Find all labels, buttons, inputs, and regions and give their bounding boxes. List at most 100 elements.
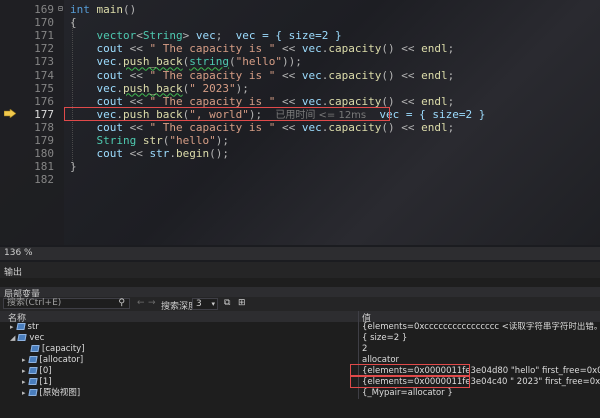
search-depth-select[interactable]: 3 ▾ — [192, 298, 218, 310]
search-placeholder: 搜索(Ctrl+E) — [7, 298, 62, 308]
code-token: push_back — [123, 81, 183, 95]
code-line[interactable]: 181} — [0, 160, 600, 173]
locals-toolbar: 搜索(Ctrl+E) ⚲ ← → 搜索深度: 3 ▾ ⧉ ⊞ — [0, 297, 600, 312]
code-line[interactable]: 175 vec.push_back(" 2023"); — [0, 82, 600, 95]
code-token: " The capacity is " — [149, 68, 276, 82]
code-token: << — [275, 94, 302, 108]
expand-toggle-icon[interactable]: ▸ — [22, 389, 26, 397]
variable-name: [1] — [39, 377, 52, 387]
locals-row-name: ▸ [0] — [22, 366, 52, 377]
variable-name: [原始视图] — [39, 388, 81, 398]
locals-row[interactable]: ▸ str {elements=0xcccccccccccccccc <读取字符串字… — [0, 322, 600, 333]
code-line[interactable]: 178 cout << " The capacity is " << vec.c… — [0, 121, 600, 134]
code-line[interactable]: 174 cout << " The capacity is " << vec.c… — [0, 69, 600, 82]
variable-value[interactable]: {_Mypair=allocator } — [362, 388, 600, 399]
expand-toggle-icon[interactable]: ▸ — [22, 367, 26, 375]
locals-row[interactable]: ▸ [1] {elements=0x0000011fe3e04c40 " 2023"… — [0, 377, 600, 388]
highlight-box-element-1 — [350, 375, 470, 388]
code-line[interactable]: 176 cout << " The capacity is " << vec.c… — [0, 95, 600, 108]
locals-row[interactable]: ◢ vec { size=2 } — [0, 333, 600, 344]
code-token: capacity — [328, 68, 382, 82]
code-token: ( — [228, 55, 236, 69]
expand-toggle-icon[interactable]: ▸ — [22, 356, 26, 364]
expand-toggle-icon[interactable]: ◢ — [10, 334, 15, 342]
chevron-down-icon: ▾ — [211, 300, 215, 308]
search-depth-value: 3 — [196, 299, 202, 309]
variable-icon — [30, 345, 40, 352]
variable-value[interactable]: 2 — [362, 344, 600, 355]
search-back-icon[interactable]: ← — [137, 298, 145, 308]
variable-icon — [17, 334, 28, 341]
code-line[interactable]: 170 { — [0, 16, 600, 29]
code-text[interactable]: cout << " The capacity is " << vec.capac… — [70, 120, 455, 134]
code-token: endl — [421, 94, 448, 108]
code-token: vec — [301, 42, 322, 56]
code-token: str — [149, 147, 170, 161]
variable-value[interactable]: {elements=0xcccccccccccccccc <读取字符串字符时出错… — [362, 322, 600, 333]
expand-toggle-icon[interactable]: ▸ — [10, 323, 14, 331]
code-token: << — [123, 94, 150, 108]
code-text[interactable]: int main() — [70, 3, 136, 16]
code-token: push_back — [123, 55, 183, 69]
code-token: "hello" — [169, 134, 216, 147]
locals-row[interactable]: ▸ [0] {elements=0x0000011fe3e04d80 "hello"… — [0, 366, 600, 377]
search-icon[interactable]: ⚲ — [118, 299, 125, 308]
code-line[interactable]: 169 int main() — [0, 3, 600, 16]
column-divider[interactable] — [358, 311, 359, 322]
code-text[interactable]: vector<String> vec; vec = { size=2 } — [70, 29, 342, 42]
line-number: 171 — [34, 29, 54, 43]
variable-value[interactable]: { size=2 } — [362, 333, 600, 344]
code-token: vec — [96, 55, 117, 69]
code-token: () << — [381, 68, 422, 82]
zoom-level[interactable]: 136 % — [4, 248, 33, 258]
code-text[interactable]: cout << str.begin(); — [70, 147, 230, 161]
search-forward-icon[interactable]: → — [148, 298, 156, 308]
locals-row-name: ▸ str — [10, 322, 39, 333]
code-text[interactable]: { — [70, 16, 77, 29]
code-token: )); — [281, 55, 302, 69]
code-token: cout — [96, 94, 124, 108]
variable-name: vec — [29, 333, 45, 343]
code-token: (); — [209, 147, 229, 161]
code-token: vec — [301, 120, 322, 134]
code-token: cout — [96, 120, 124, 134]
code-text[interactable]: vec.push_back(" 2023"); — [70, 82, 249, 95]
pin-icon[interactable]: ⧉ — [224, 298, 230, 308]
code-token: vec — [301, 68, 322, 82]
code-token: String — [142, 29, 183, 43]
inline-value-hint: vec = { size=2 } — [235, 29, 342, 43]
code-token: . — [169, 147, 176, 161]
code-line[interactable]: 182 — [0, 173, 600, 186]
column-divider — [358, 322, 359, 333]
view-options-icon[interactable]: ⊞ — [238, 298, 246, 308]
code-text[interactable]: } — [70, 160, 77, 173]
code-text[interactable]: vec.push_back(string("hello")); — [70, 55, 302, 68]
locals-search-input[interactable]: 搜索(Ctrl+E) ⚲ — [3, 298, 130, 309]
code-line[interactable]: 171 vector<String> vec; vec = { size=2 } — [0, 29, 600, 42]
expand-toggle-icon[interactable]: ▸ — [22, 378, 26, 386]
locals-row[interactable]: ▸ [原始视图] {_Mypair=allocator } — [0, 388, 600, 399]
code-text[interactable]: cout << " The capacity is " << vec.capac… — [70, 68, 455, 82]
variable-name: [0] — [39, 366, 52, 376]
code-line[interactable]: 173 vec.push_back(string("hello")); — [0, 55, 600, 68]
code-token: endl — [421, 42, 448, 56]
code-token: () << — [381, 120, 422, 134]
code-text[interactable]: String str("hello"); — [70, 134, 229, 147]
code-text[interactable]: cout << " The capacity is " << vec.capac… — [70, 94, 455, 108]
code-line[interactable]: 172 cout << " The capacity is " << vec.c… — [0, 42, 600, 55]
line-number: 174 — [34, 68, 54, 82]
code-editor[interactable]: ⊟ 169 int main() 170{171 vector<String> ve… — [0, 0, 600, 245]
code-line[interactable]: 180 cout << str.begin(); — [0, 147, 600, 160]
code-token: main — [96, 3, 124, 16]
locals-row[interactable]: ▸ [allocator] allocator — [0, 355, 600, 366]
locals-row[interactable]: [capacity] 2 — [0, 344, 600, 355]
column-divider — [358, 344, 359, 355]
line-number: 179 — [34, 134, 54, 147]
editor-status-bar: 136 % — [0, 247, 600, 260]
code-text[interactable]: cout << " The capacity is " << vec.capac… — [70, 42, 455, 56]
code-line[interactable]: 179 String str("hello"); — [0, 134, 600, 147]
